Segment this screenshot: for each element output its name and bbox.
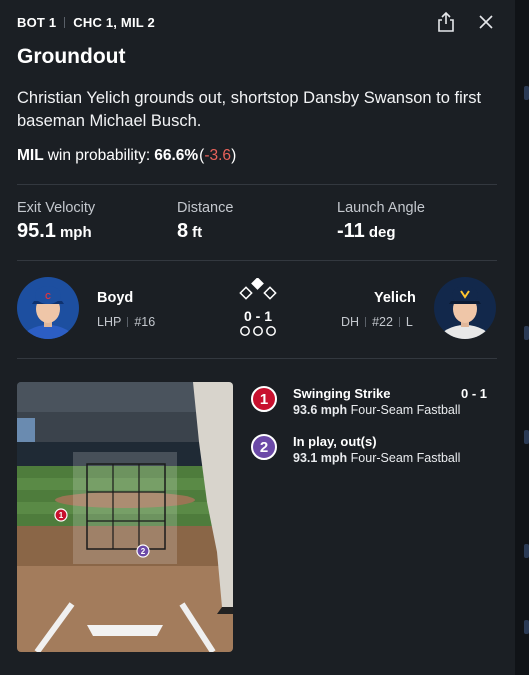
pitch-speed: 93.6 mph <box>293 403 348 417</box>
pitch-list-item[interactable]: 2 In play, out(s) 93.1 mph Four-Seam Fas… <box>251 434 491 470</box>
divider <box>17 184 497 185</box>
pitch-list-item[interactable]: 1 Swinging Strike 0 - 1 93.6 mph Four-Se… <box>251 386 491 422</box>
pitcher-name[interactable]: Boyd <box>97 290 133 306</box>
strike-zone-view: 1 2 <box>17 382 233 652</box>
win-probability-change: (-3.6) <box>199 147 236 165</box>
pitcher-number: #16 <box>134 315 156 329</box>
pitch-type: Four-Seam Fastball <box>350 451 461 465</box>
stat-launch-angle: Launch Angle -11 deg <box>337 200 425 243</box>
stat-unit: mph <box>59 224 92 241</box>
outs-indicator <box>240 326 276 336</box>
win-probability-value: 66.6% <box>154 147 199 164</box>
ball-strike-count: 0 - 1 <box>243 308 272 324</box>
batter-position: DH <box>341 315 360 329</box>
play-detail-panel: BOT 1 CHC 1, MIL 2 Groundout Christian Y… <box>0 0 515 675</box>
svg-text:1: 1 <box>59 511 64 520</box>
page-edge <box>515 0 529 675</box>
edge-marker <box>524 544 529 558</box>
batter-name[interactable]: Yelich <box>374 290 416 306</box>
separator <box>398 317 400 327</box>
divider <box>17 260 497 261</box>
pitch-marker-2[interactable]: 2 <box>136 544 150 558</box>
pitcher-meta: LHP #16 <box>97 315 155 329</box>
divider <box>17 358 497 359</box>
pitch-description: 93.1 mph Four-Seam Fastball <box>293 451 460 465</box>
play-description: Christian Yelich grounds out, shortstop … <box>17 89 482 130</box>
pitch-marker-1[interactable]: 1 <box>54 508 68 522</box>
pitch-count: 0 - 1 <box>461 386 488 401</box>
close-icon[interactable] <box>476 12 496 32</box>
cubs-logo: C <box>45 292 51 301</box>
win-probability-label: win probability: <box>47 147 151 164</box>
win-probability-delta: -3.6 <box>204 147 232 164</box>
stat-distance: Distance 8 ft <box>177 200 233 243</box>
pitch-description: 93.6 mph Four-Seam Fastball <box>293 403 460 417</box>
pitch-type: Four-Seam Fastball <box>350 403 461 417</box>
stat-unit: deg <box>368 224 396 241</box>
stat-unit: ft <box>192 224 203 241</box>
batter-avatar[interactable] <box>434 277 496 339</box>
pitcher-avatar[interactable]: C <box>17 277 79 339</box>
inning-label: BOT 1 <box>17 15 57 30</box>
stat-label: Exit Velocity <box>17 200 96 216</box>
separator <box>127 317 129 327</box>
separator <box>64 17 66 28</box>
pitch-speed: 93.1 mph <box>293 451 348 465</box>
batter-meta: DH #22 L <box>341 315 413 329</box>
share-icon[interactable] <box>436 11 456 33</box>
stat-exit-velocity: Exit Velocity 95.1 mph <box>17 200 95 243</box>
bases-icon <box>239 278 277 300</box>
score-label: CHC 1, MIL 2 <box>73 15 155 30</box>
pitch-number-badge: 2 <box>251 434 277 460</box>
play-title: Groundout <box>17 45 126 68</box>
svg-text:2: 2 <box>141 547 146 556</box>
separator <box>365 317 367 327</box>
game-situation: BOT 1 CHC 1, MIL 2 <box>17 15 155 30</box>
stat-label: Launch Angle <box>337 200 425 216</box>
edge-marker <box>524 430 529 444</box>
edge-marker <box>524 620 529 634</box>
stat-value: 95.1 <box>17 220 56 242</box>
win-probability: MIL win probability: 66.6% (-3.6) <box>17 147 236 165</box>
win-probability-team: MIL <box>17 147 44 164</box>
edge-marker <box>524 326 529 340</box>
stat-value: 8 <box>177 220 189 242</box>
edge-marker <box>524 86 529 100</box>
batter-bats: L <box>405 315 413 329</box>
pitch-number-badge: 1 <box>251 386 277 412</box>
stat-label: Distance <box>177 200 234 216</box>
pitcher-position: LHP <box>97 315 122 329</box>
paren-close: ) <box>231 147 237 164</box>
batter-number: #22 <box>372 315 393 329</box>
stat-value: -11 <box>337 220 365 242</box>
pitch-result: Swinging Strike <box>293 386 391 401</box>
pitch-result: In play, out(s) <box>293 434 377 449</box>
